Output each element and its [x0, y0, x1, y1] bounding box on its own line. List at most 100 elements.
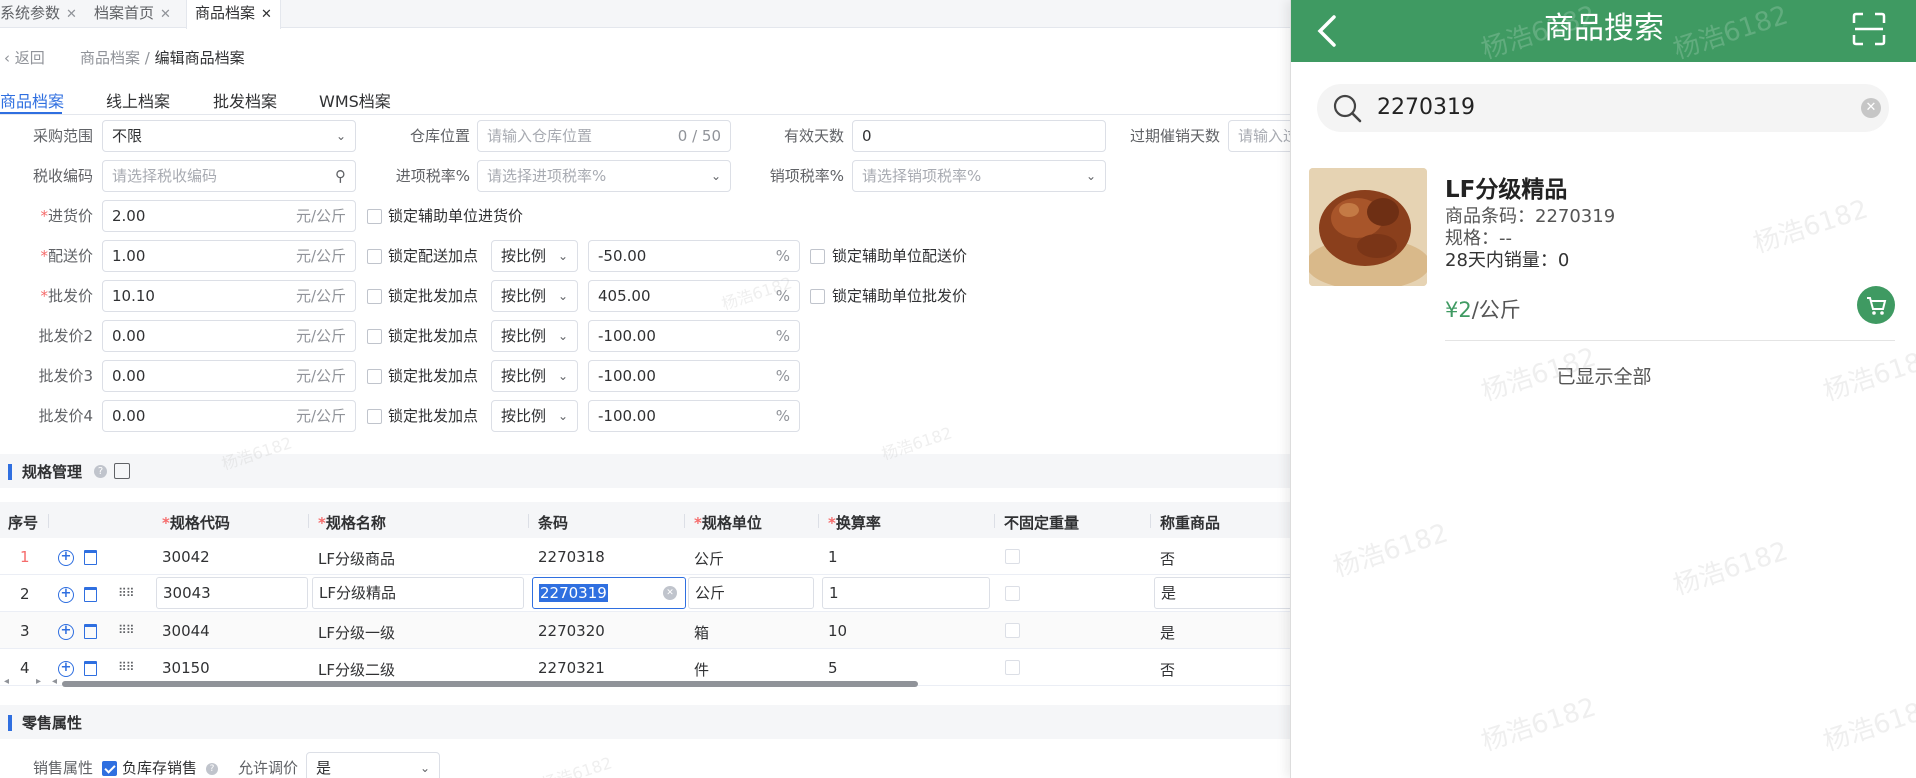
tab-label: 档案首页 — [94, 4, 155, 22]
purchase-scope-label: 采购范围 — [32, 127, 93, 145]
product-image[interactable] — [1309, 168, 1427, 286]
wholesale-price-2-mode-select[interactable]: 按比例 ⌄ — [491, 320, 578, 352]
cell-input[interactable]: 30043 — [156, 577, 308, 609]
close-icon[interactable]: ✕ — [66, 7, 77, 22]
wholesale-price-2-label-text: 批发价2 — [38, 327, 93, 345]
delete-icon[interactable] — [84, 550, 97, 565]
clear-icon[interactable]: ✕ — [663, 586, 677, 600]
product-name[interactable]: LF分级精品 — [1445, 170, 1567, 204]
scroll-left-icon[interactable]: ◂ — [4, 676, 9, 687]
close-icon[interactable]: ✕ — [160, 7, 171, 22]
cell-input[interactable]: 1 — [822, 577, 990, 609]
variable-weight-checkbox[interactable] — [1005, 623, 1020, 638]
price-unit: /公斤 — [1471, 298, 1521, 322]
wholesale-price-2-lock-checkbox[interactable] — [367, 329, 382, 344]
cell-value: 2270320 — [538, 622, 605, 640]
help-icon[interactable]: ? — [94, 465, 107, 478]
tab-online-archive[interactable]: 线上档案 — [106, 88, 170, 112]
allow-adjust-select[interactable]: 是 ⌄ — [306, 752, 440, 778]
negative-stock-checkbox[interactable] — [102, 761, 117, 776]
cell-input[interactable]: LF分级精品 — [312, 577, 524, 609]
add-row-icon[interactable]: + — [58, 587, 74, 603]
drag-handle-icon[interactable]: ⠿⠿ — [118, 586, 135, 600]
add-row-icon[interactable]: + — [58, 661, 74, 677]
wholesale-price-input[interactable]: 10.10 元/公斤 — [102, 280, 356, 312]
wholesale-price-2-percent-input[interactable]: -100.00% — [588, 320, 800, 352]
help-icon[interactable]: ? — [206, 763, 218, 775]
add-row-icon[interactable]: + — [58, 550, 74, 566]
scan-icon[interactable] — [1852, 12, 1886, 46]
purchase-scope-select[interactable]: 不限 ⌄ — [102, 120, 356, 152]
tax-code-input[interactable]: 请选择税收编码 ⚲ — [102, 160, 356, 192]
delivery-price-lock-checkbox[interactable] — [367, 249, 382, 264]
chevron-down-icon: ⌄ — [419, 761, 430, 775]
wholesale-price-aux-lock-checkbox[interactable] — [810, 289, 825, 304]
delivery-price-aux-lock-checkbox[interactable] — [810, 249, 825, 264]
wholesale-price-3-input[interactable]: 0.00 元/公斤 — [102, 360, 356, 392]
delete-icon[interactable] — [84, 624, 97, 639]
wholesale-price-2-label: 批发价2 — [0, 320, 93, 352]
lock-aux-purchase-checkbox[interactable] — [367, 209, 382, 224]
variable-weight-checkbox[interactable] — [1005, 660, 1020, 675]
wholesale-price-4-lock-checkbox[interactable] — [367, 409, 382, 424]
variable-weight-checkbox[interactable] — [1005, 586, 1020, 601]
wholesale-price-3-lock-checkbox[interactable] — [367, 369, 382, 384]
back-link[interactable]: ‹ 返回 — [4, 48, 45, 68]
delivery-price-mode-select[interactable]: 按比例 ⌄ — [491, 240, 578, 272]
add-to-cart-button[interactable] — [1857, 286, 1895, 324]
scroll-right-icon[interactable]: ▸ — [36, 676, 41, 687]
wholesale-price-4-input[interactable]: 0.00 元/公斤 — [102, 400, 356, 432]
cell-value: 公斤 — [694, 550, 725, 568]
product-photo — [1309, 168, 1427, 286]
delivery-price-input[interactable]: 1.00 元/公斤 — [102, 240, 356, 272]
tab-wholesale-archive[interactable]: 批发档案 — [213, 88, 277, 112]
wholesale-price-4-mode-select[interactable]: 按比例 ⌄ — [491, 400, 578, 432]
search-input[interactable]: 2270319 — [1377, 92, 1475, 124]
scroll-left-icon[interactable]: ◂ — [52, 676, 57, 687]
wholesale-price-percent-input[interactable]: 405.00% — [588, 280, 800, 312]
wholesale-price-2-input[interactable]: 0.00 元/公斤 — [102, 320, 356, 352]
drag-handle-icon[interactable]: ⠿⠿ — [118, 660, 135, 674]
add-row-icon[interactable]: + — [58, 624, 74, 640]
input-tax-select[interactable]: 请选择进项税率% ⌄ — [477, 160, 731, 192]
cell-input[interactable]: 公斤 — [688, 577, 814, 609]
delivery-price-percent-input[interactable]: -50.00% — [588, 240, 800, 272]
variable-weight-checkbox[interactable] — [1005, 549, 1020, 564]
purchase-price-input[interactable]: 2.00 元/公斤 — [102, 200, 356, 232]
breadcrumb-parent[interactable]: 商品档案 — [80, 49, 140, 67]
weighing-select[interactable]: 是 — [1154, 577, 1294, 609]
section-accent — [8, 715, 12, 731]
tab-system-params[interactable]: 系统参数 ✕ — [0, 0, 77, 28]
delete-icon[interactable] — [84, 587, 97, 602]
tab-label: 商品档案 — [195, 4, 256, 22]
search-icon[interactable]: ⚲ — [335, 161, 346, 191]
close-icon[interactable]: ✕ — [261, 7, 272, 22]
tab-wms-archive[interactable]: WMS档案 — [319, 88, 391, 112]
collapse-icon[interactable] — [114, 463, 130, 479]
cart-icon — [1867, 297, 1887, 315]
tab-product-archive-content[interactable]: 商品档案 — [0, 88, 64, 112]
search-box[interactable]: 2270319 ✕ — [1317, 84, 1889, 132]
cell-value: 1 — [829, 584, 839, 602]
delete-icon[interactable] — [84, 661, 97, 676]
column-separator — [308, 514, 309, 528]
wholesale-price-4-percent-input[interactable]: -100.00% — [588, 400, 800, 432]
wholesale-price-3-percent-input[interactable]: -100.00% — [588, 360, 800, 392]
clear-icon[interactable]: ✕ — [1861, 98, 1881, 118]
scrollbar-thumb[interactable] — [62, 681, 918, 687]
wholesale-price-4-label: 批发价4 — [0, 400, 93, 432]
tab-product-archive[interactable]: 商品档案 ✕ — [186, 0, 281, 29]
row-index: 1 — [20, 548, 30, 566]
cell-input[interactable]: 2270319 ✕ — [532, 577, 686, 609]
wholesale-price-lock-checkbox[interactable] — [367, 289, 382, 304]
price-unit: 元/公斤 — [295, 247, 346, 265]
wholesale-price-mode-select[interactable]: 按比例 ⌄ — [491, 280, 578, 312]
drag-handle-icon[interactable]: ⠿⠿ — [118, 623, 135, 637]
tab-archive-home[interactable]: 档案首页 ✕ — [94, 0, 171, 28]
negative-stock-label: 负库存销售 — [122, 759, 198, 777]
output-tax-select[interactable]: 请选择销项税率% ⌄ — [852, 160, 1106, 192]
wholesale-price-3-mode-select[interactable]: 按比例 ⌄ — [491, 360, 578, 392]
table-scrollbar[interactable]: ◂ ▸ ◂ — [0, 676, 1290, 690]
valid-days-input[interactable]: 0 — [852, 120, 1106, 152]
warehouse-location-input[interactable]: 请输入仓库位置 0 / 50 — [477, 120, 731, 152]
